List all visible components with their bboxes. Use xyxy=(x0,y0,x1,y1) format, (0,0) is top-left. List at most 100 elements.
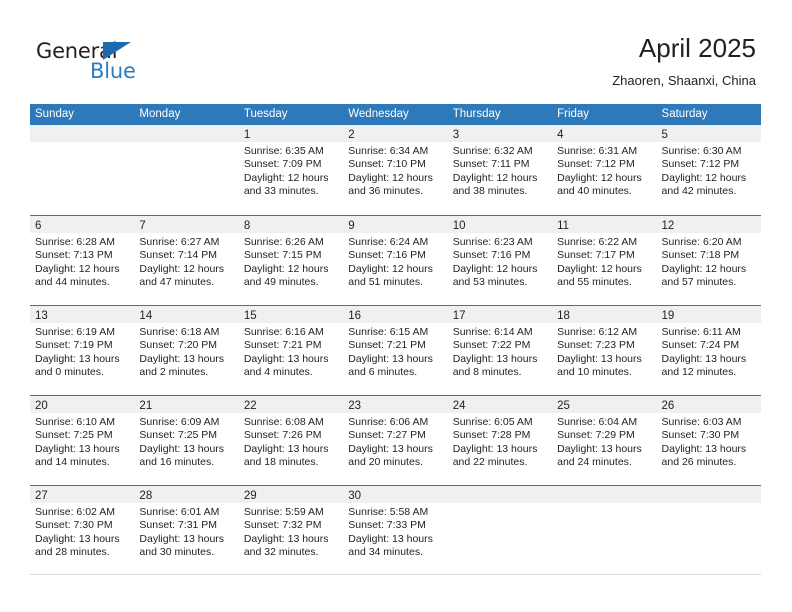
sunset-text: Sunset: 7:21 PM xyxy=(348,339,426,352)
day-number-band: 7 xyxy=(134,216,239,233)
day-number-band: 2 xyxy=(343,125,448,142)
sunset-text: Sunset: 7:15 PM xyxy=(243,249,322,262)
general-blue-logo[interactable]: General Blue xyxy=(36,40,216,86)
sunrise-text: Sunrise: 6:09 AM xyxy=(139,416,220,428)
day-cell[interactable] xyxy=(30,125,135,215)
day-number: 30 xyxy=(348,490,362,502)
daylight-text: Daylight: 12 hours and 44 minutes. xyxy=(35,262,120,289)
day-cell[interactable] xyxy=(447,486,553,574)
day-number: 18 xyxy=(557,310,570,322)
day-cell[interactable]: 13 Sunrise: 6:19 AM Sunset: 7:19 PM Dayl… xyxy=(30,306,135,395)
sunset-text: Sunset: 7:16 PM xyxy=(348,249,426,262)
day-details: Sunrise: 6:19 AM Sunset: 7:19 PM Dayligh… xyxy=(30,323,134,380)
calendar-grid: Sunday Monday Tuesday Wednesday Thursday… xyxy=(30,104,761,575)
day-cell[interactable]: 30 Sunrise: 5:58 AM Sunset: 7:33 PM Dayl… xyxy=(343,486,448,574)
day-number-band xyxy=(447,486,553,503)
day-cell[interactable]: 8 Sunrise: 6:26 AM Sunset: 7:15 PM Dayli… xyxy=(238,216,344,305)
day-details: Sunrise: 6:31 AM Sunset: 7:12 PM Dayligh… xyxy=(552,142,656,199)
day-details: Sunrise: 6:20 AM Sunset: 7:18 PM Dayligh… xyxy=(657,233,761,290)
title-block: April 2025 Zhaoren, Shaanxi, China xyxy=(612,32,756,89)
day-cell[interactable] xyxy=(656,486,761,574)
day-details xyxy=(30,142,134,145)
day-cell[interactable]: 6 Sunrise: 6:28 AM Sunset: 7:13 PM Dayli… xyxy=(30,216,135,305)
day-cell[interactable]: 19 Sunrise: 6:11 AM Sunset: 7:24 PM Dayl… xyxy=(656,306,761,395)
day-number: 4 xyxy=(557,129,564,141)
day-cell[interactable]: 25 Sunrise: 6:04 AM Sunset: 7:29 PM Dayl… xyxy=(552,396,657,485)
weekday-monday: Monday xyxy=(139,108,181,120)
day-cell[interactable]: 27 Sunrise: 6:02 AM Sunset: 7:30 PM Dayl… xyxy=(30,486,135,574)
sunset-text: Sunset: 7:26 PM xyxy=(243,429,322,442)
day-cell[interactable]: 17 Sunrise: 6:14 AM Sunset: 7:22 PM Dayl… xyxy=(447,306,553,395)
day-cell[interactable]: 22 Sunrise: 6:08 AM Sunset: 7:26 PM Dayl… xyxy=(238,396,344,485)
daylight-text: Daylight: 13 hours and 10 minutes. xyxy=(557,352,642,379)
sunrise-text: Sunrise: 6:15 AM xyxy=(348,326,429,338)
sunrise-text: Sunrise: 6:28 AM xyxy=(35,236,115,248)
sunrise-text: Sunrise: 6:02 AM xyxy=(35,506,115,518)
daylight-text: Daylight: 13 hours and 22 minutes. xyxy=(452,442,538,469)
day-number-band: 23 xyxy=(343,396,448,413)
sunrise-text: Sunrise: 6:27 AM xyxy=(139,236,220,248)
sunset-text: Sunset: 7:17 PM xyxy=(557,249,635,262)
day-cell[interactable] xyxy=(552,486,657,574)
day-number-band xyxy=(30,125,135,142)
daylight-text: Daylight: 13 hours and 28 minutes. xyxy=(35,532,120,559)
day-cell[interactable]: 24 Sunrise: 6:05 AM Sunset: 7:28 PM Dayl… xyxy=(447,396,553,485)
sunrise-text: Sunrise: 6:14 AM xyxy=(452,326,533,338)
day-cell[interactable]: 2 Sunrise: 6:34 AM Sunset: 7:10 PM Dayli… xyxy=(343,125,448,215)
sunrise-text: Sunrise: 5:59 AM xyxy=(243,506,324,518)
day-details xyxy=(657,503,761,506)
day-details: Sunrise: 5:58 AM Sunset: 7:33 PM Dayligh… xyxy=(343,503,447,560)
day-cell[interactable]: 4 Sunrise: 6:31 AM Sunset: 7:12 PM Dayli… xyxy=(552,125,657,215)
day-details: Sunrise: 6:09 AM Sunset: 7:25 PM Dayligh… xyxy=(134,413,238,470)
day-cell[interactable]: 14 Sunrise: 6:18 AM Sunset: 7:20 PM Dayl… xyxy=(134,306,239,395)
day-cell[interactable]: 3 Sunrise: 6:32 AM Sunset: 7:11 PM Dayli… xyxy=(447,125,553,215)
daylight-text: Daylight: 12 hours and 47 minutes. xyxy=(139,262,225,289)
day-number: 26 xyxy=(661,400,675,412)
weekday-wednesday: Wednesday xyxy=(348,108,409,120)
day-number: 27 xyxy=(35,490,48,502)
sunrise-text: Sunrise: 6:08 AM xyxy=(243,416,324,428)
day-details: Sunrise: 6:18 AM Sunset: 7:20 PM Dayligh… xyxy=(134,323,238,380)
day-details: Sunrise: 6:14 AM Sunset: 7:22 PM Dayligh… xyxy=(448,323,552,380)
day-cell[interactable]: 16 Sunrise: 6:15 AM Sunset: 7:21 PM Dayl… xyxy=(343,306,448,395)
daylight-text: Daylight: 12 hours and 40 minutes. xyxy=(557,171,642,198)
day-details: Sunrise: 6:30 AM Sunset: 7:12 PM Dayligh… xyxy=(657,142,761,199)
daylight-text: Daylight: 13 hours and 26 minutes. xyxy=(661,442,747,469)
day-cell[interactable]: 29 Sunrise: 5:59 AM Sunset: 7:32 PM Dayl… xyxy=(238,486,344,574)
day-cell[interactable]: 10 Sunrise: 6:23 AM Sunset: 7:16 PM Dayl… xyxy=(447,216,553,305)
day-cell[interactable]: 12 Sunrise: 6:20 AM Sunset: 7:18 PM Dayl… xyxy=(656,216,761,305)
day-cell[interactable]: 9 Sunrise: 6:24 AM Sunset: 7:16 PM Dayli… xyxy=(343,216,448,305)
day-cell[interactable]: 18 Sunrise: 6:12 AM Sunset: 7:23 PM Dayl… xyxy=(552,306,657,395)
day-number: 6 xyxy=(35,220,42,232)
sunrise-text: Sunrise: 6:31 AM xyxy=(557,145,638,157)
day-details: Sunrise: 6:22 AM Sunset: 7:17 PM Dayligh… xyxy=(552,233,656,290)
day-cell[interactable]: 26 Sunrise: 6:03 AM Sunset: 7:30 PM Dayl… xyxy=(656,396,761,485)
day-cell[interactable]: 7 Sunrise: 6:27 AM Sunset: 7:14 PM Dayli… xyxy=(134,216,239,305)
daylight-text: Daylight: 12 hours and 53 minutes. xyxy=(452,262,538,289)
sunset-text: Sunset: 7:33 PM xyxy=(348,519,426,532)
day-cell[interactable]: 20 Sunrise: 6:10 AM Sunset: 7:25 PM Dayl… xyxy=(30,396,135,485)
day-cell[interactable]: 21 Sunrise: 6:09 AM Sunset: 7:25 PM Dayl… xyxy=(134,396,239,485)
sunrise-text: Sunrise: 6:05 AM xyxy=(452,416,533,428)
day-number: 13 xyxy=(35,310,48,322)
day-number: 5 xyxy=(661,129,668,141)
day-cell[interactable]: 11 Sunrise: 6:22 AM Sunset: 7:17 PM Dayl… xyxy=(552,216,657,305)
sunset-text: Sunset: 7:22 PM xyxy=(452,339,531,352)
day-cell[interactable] xyxy=(134,125,239,215)
daylight-text: Daylight: 13 hours and 6 minutes. xyxy=(348,352,433,379)
day-cell[interactable]: 15 Sunrise: 6:16 AM Sunset: 7:21 PM Dayl… xyxy=(238,306,344,395)
week-row: 6 Sunrise: 6:28 AM Sunset: 7:13 PM Dayli… xyxy=(30,215,761,305)
day-cell[interactable]: 1 Sunrise: 6:35 AM Sunset: 7:09 PM Dayli… xyxy=(238,125,344,215)
daylight-text: Daylight: 13 hours and 12 minutes. xyxy=(661,352,747,379)
sunrise-text: Sunrise: 6:10 AM xyxy=(35,416,115,428)
day-number: 25 xyxy=(557,400,570,412)
weekday-sunday: Sunday xyxy=(35,108,75,120)
day-number-band: 29 xyxy=(238,486,344,503)
day-cell[interactable]: 5 Sunrise: 6:30 AM Sunset: 7:12 PM Dayli… xyxy=(656,125,761,215)
day-cell[interactable]: 28 Sunrise: 6:01 AM Sunset: 7:31 PM Dayl… xyxy=(134,486,239,574)
sunrise-text: Sunrise: 6:19 AM xyxy=(35,326,115,338)
daylight-text: Daylight: 13 hours and 4 minutes. xyxy=(243,352,329,379)
day-details: Sunrise: 6:04 AM Sunset: 7:29 PM Dayligh… xyxy=(552,413,656,470)
day-number: 2 xyxy=(348,129,355,141)
day-cell[interactable]: 23 Sunrise: 6:06 AM Sunset: 7:27 PM Dayl… xyxy=(343,396,448,485)
